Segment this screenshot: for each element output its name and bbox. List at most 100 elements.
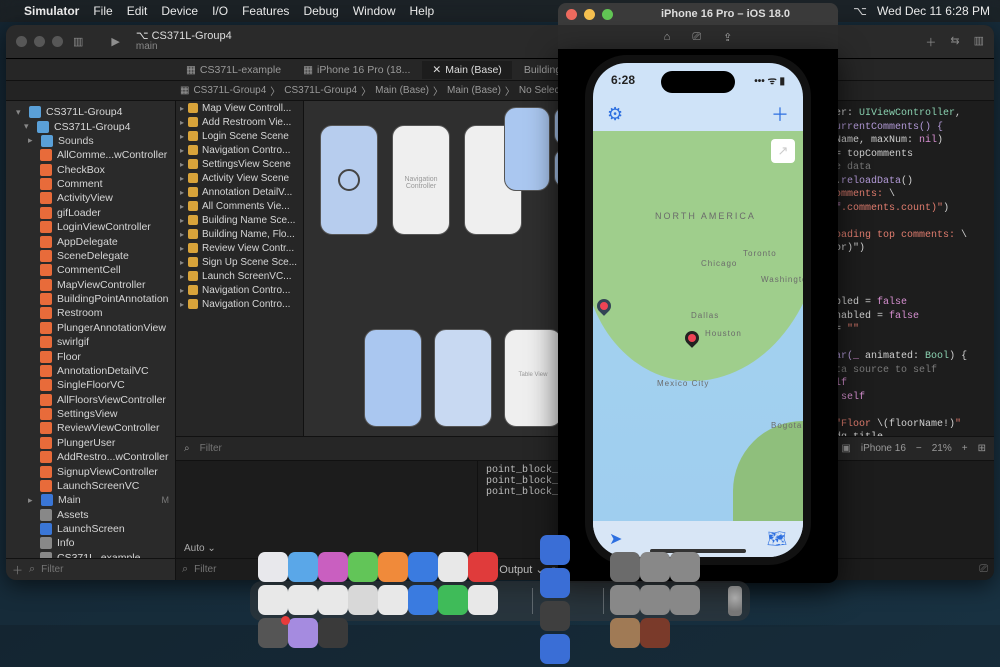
outline-scene[interactable]: ▸Login Scene Scene	[176, 129, 303, 143]
nav-file[interactable]: Assets	[6, 508, 175, 522]
clear-console-icon[interactable]: ⎚	[979, 563, 988, 576]
breadcrumb[interactable]: ▦CS371L-Group4 〉 CS371L-Group4 〉 Main (B…	[6, 81, 994, 101]
dock-app[interactable]	[258, 585, 288, 615]
nav-file[interactable]: CS371L_example	[6, 551, 175, 558]
app-menu[interactable]: Simulator	[24, 4, 79, 18]
outline-scene[interactable]: ▸Navigation Contro...	[176, 143, 303, 157]
settings-button[interactable]: ⚙︎	[607, 104, 623, 125]
dock-app[interactable]	[348, 552, 378, 582]
dock-app[interactable]	[288, 618, 318, 648]
dock-app[interactable]	[640, 618, 670, 648]
menu-debug[interactable]: Debug	[303, 4, 338, 18]
outline-scene[interactable]: ▸Building Name, Flo...	[176, 227, 303, 241]
location-button[interactable]: ➤	[609, 529, 622, 549]
nav-file[interactable]: AppDelegate	[6, 234, 175, 248]
device-picker[interactable]: iPhone 16	[861, 443, 906, 454]
trash-icon[interactable]	[728, 586, 742, 616]
nav-sounds[interactable]: ▸Sounds	[6, 134, 175, 148]
dock-app[interactable]	[468, 585, 498, 615]
outline-scene[interactable]: ▸All Comments Vie...	[176, 199, 303, 213]
dock-app[interactable]	[318, 585, 348, 615]
menu-window[interactable]: Window	[353, 4, 396, 18]
dock-app[interactable]	[610, 618, 640, 648]
dock-app[interactable]	[670, 585, 700, 615]
window-traffic-lights[interactable]	[16, 36, 63, 47]
outline-scene[interactable]: ▸Map View Controll...	[176, 101, 303, 115]
dock-app[interactable]	[610, 585, 640, 615]
nav-file[interactable]: AllFloorsViewController	[6, 393, 175, 407]
navigator-filter[interactable]: ＋ ⌕	[6, 558, 175, 580]
tab-main[interactable]: ✕ Main (Base)	[422, 61, 511, 79]
dock-app[interactable]	[468, 552, 498, 582]
nav-file[interactable]: AllComme...wController	[6, 148, 175, 162]
tab-example[interactable]: ▦ CS371L-example	[176, 61, 291, 79]
dock-app[interactable]	[318, 552, 348, 582]
dock-app[interactable]	[540, 634, 570, 664]
nav-file[interactable]: Floor	[6, 349, 175, 363]
minimize-icon[interactable]	[34, 36, 45, 47]
dock-app[interactable]	[258, 552, 288, 582]
code-review-icon[interactable]: ⇆	[950, 34, 959, 50]
nav-file[interactable]: LaunchScreenVC	[6, 479, 175, 493]
map-mode-button[interactable]: 🗺	[767, 529, 787, 549]
minimap-icon[interactable]: ▣	[841, 443, 850, 454]
nav-file[interactable]: gifLoader	[6, 206, 175, 220]
dock-app[interactable]	[378, 552, 408, 582]
close-icon[interactable]	[566, 9, 577, 20]
dock-app[interactable]	[540, 601, 570, 631]
nav-group[interactable]: ▾CS371L-Group4	[6, 119, 175, 133]
dock-app[interactable]	[288, 585, 318, 615]
zoom-icon[interactable]	[602, 9, 613, 20]
nav-file[interactable]: LoginViewController	[6, 220, 175, 234]
control-center-icon[interactable]: ⌥	[853, 4, 867, 18]
constraints-icon[interactable]: ⊞	[978, 443, 986, 454]
dock-app[interactable]	[408, 552, 438, 582]
outline-scene[interactable]: ▸Launch ScreenVC...	[176, 269, 303, 283]
nav-file[interactable]: AnnotationDetailVC	[6, 364, 175, 378]
dock-app[interactable]	[640, 552, 670, 582]
scheme-selector[interactable]: ⌥ CS371L-Group4 main	[136, 31, 232, 52]
nav-file[interactable]: Restroom	[6, 306, 175, 320]
dock-app[interactable]	[540, 535, 570, 565]
home-icon[interactable]: ⌂	[664, 31, 671, 43]
nav-file[interactable]: CheckBox	[6, 163, 175, 177]
menu-edit[interactable]: Edit	[127, 4, 148, 18]
dock-app[interactable]	[408, 585, 438, 615]
dock-app[interactable]	[318, 618, 348, 648]
dock-app[interactable]	[378, 585, 408, 615]
dock-app[interactable]	[540, 568, 570, 598]
nav-main[interactable]: ▸MainM	[6, 493, 175, 507]
map-view[interactable]: NORTH AMERICA Chicago Toronto Washington…	[593, 131, 803, 521]
nav-root[interactable]: ▾CS371L-Group4	[6, 105, 175, 119]
share-icon[interactable]: ⇪	[723, 31, 732, 44]
outline-scene[interactable]: ▸Navigation Contro...	[176, 297, 303, 311]
nav-file[interactable]: swirlgif	[6, 335, 175, 349]
dock-app[interactable]	[610, 552, 640, 582]
simulated-device[interactable]: 6:28 ••• ᯤ ▮ ⚙︎ ＋ NORTH AMERICA Chicago …	[585, 55, 811, 565]
library-button[interactable]: ＋	[925, 34, 936, 50]
outline-filter-icon[interactable]: ⌕	[184, 443, 190, 454]
nav-file[interactable]: Info	[6, 536, 175, 550]
menu-io[interactable]: I/O	[212, 4, 228, 18]
inspectors-toggle-icon[interactable]: ▥	[974, 34, 984, 50]
screenshot-icon[interactable]: ⎚	[692, 31, 701, 44]
simulator-titlebar[interactable]: iPhone 16 Pro – iOS 18.0	[558, 3, 838, 25]
nav-file[interactable]: Comment	[6, 177, 175, 191]
navigator-filter-input[interactable]	[41, 564, 173, 575]
add-icon[interactable]: ＋	[12, 562, 23, 578]
outline-scene[interactable]: ▸Activity View Scene	[176, 171, 303, 185]
compass-button[interactable]: ↗	[771, 139, 795, 163]
nav-file[interactable]: ActivityView	[6, 191, 175, 205]
dock-app[interactable]	[258, 618, 288, 648]
add-button[interactable]: ＋	[771, 101, 789, 127]
menu-help[interactable]: Help	[410, 4, 435, 18]
dock-app[interactable]	[670, 552, 700, 582]
run-button[interactable]: ▶	[111, 35, 119, 48]
dock-app[interactable]	[438, 585, 468, 615]
zoom-in-icon[interactable]: +	[962, 443, 968, 454]
sidebar-toggle-icon[interactable]: ▥	[73, 35, 83, 48]
nav-file[interactable]: MapViewController	[6, 278, 175, 292]
dock-app[interactable]	[348, 585, 378, 615]
dock-app[interactable]	[288, 552, 318, 582]
dock-app[interactable]	[640, 585, 670, 615]
